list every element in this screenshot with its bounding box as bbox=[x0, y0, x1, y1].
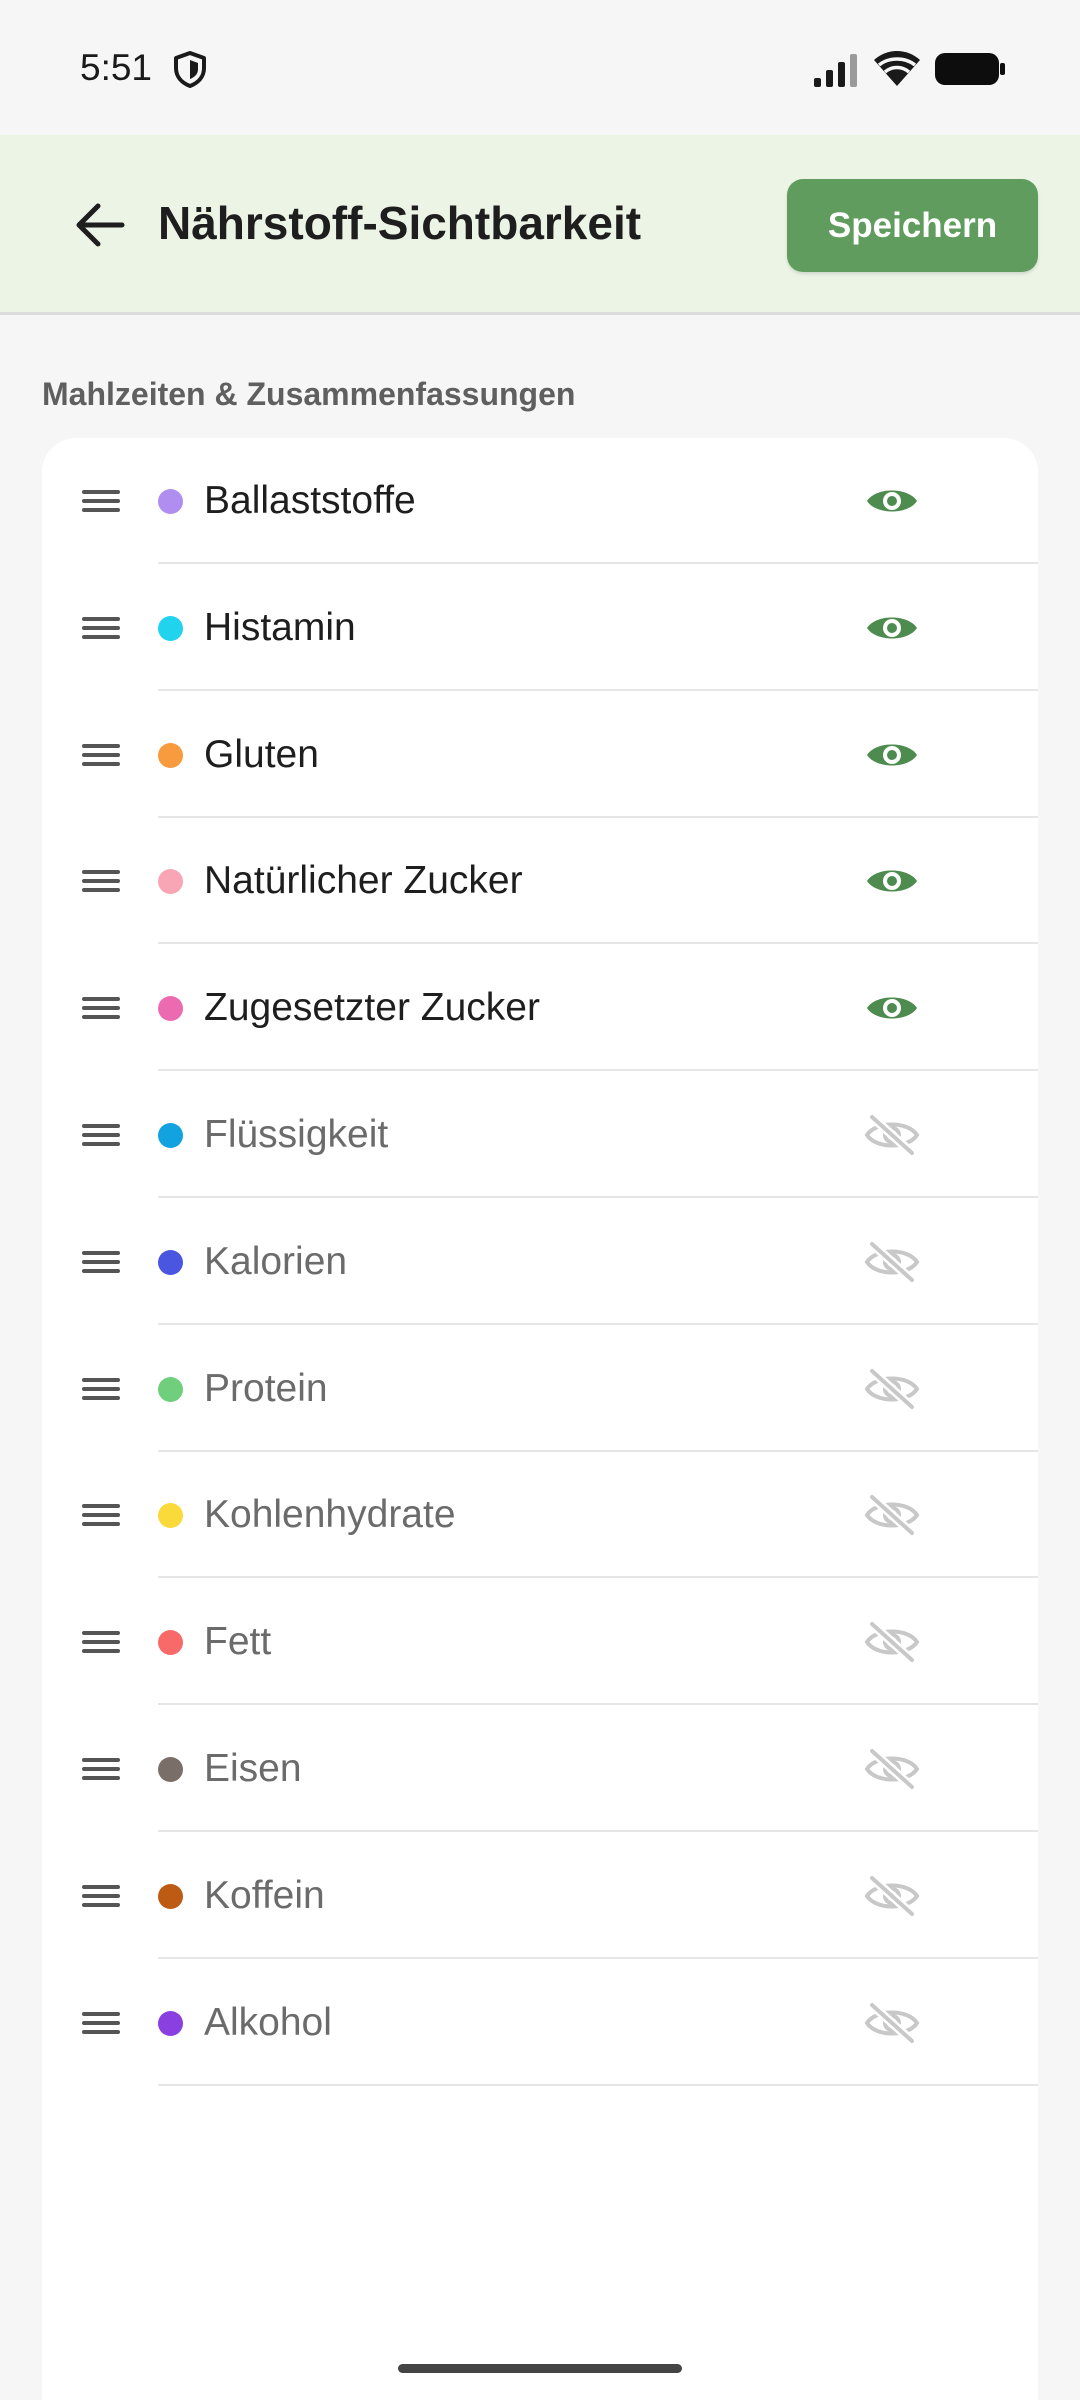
home-indicator[interactable] bbox=[398, 2364, 682, 2373]
divider bbox=[158, 688, 1038, 691]
divider bbox=[158, 1322, 1038, 1325]
nutrient-label: Ballaststoffe bbox=[204, 479, 416, 522]
arrow-left-icon bbox=[76, 203, 125, 247]
drag-handle-icon[interactable] bbox=[78, 732, 124, 778]
nutrient-label: Gluten bbox=[204, 732, 319, 776]
list-item[interactable]: Protein bbox=[42, 1326, 1038, 1452]
color-dot bbox=[158, 1249, 183, 1275]
color-dot bbox=[158, 615, 183, 641]
eye-icon[interactable] bbox=[862, 471, 922, 531]
color-dot bbox=[158, 1757, 183, 1782]
signal-icon bbox=[814, 54, 857, 87]
save-button[interactable]: Speichern bbox=[787, 179, 1038, 272]
section-title: Mahlzeiten & Zusammenfassungen bbox=[42, 376, 576, 412]
back-button[interactable] bbox=[60, 187, 140, 263]
list-item[interactable]: Alkohol bbox=[42, 1960, 1038, 2086]
eye-off-icon[interactable] bbox=[862, 1232, 922, 1292]
divider bbox=[158, 1196, 1038, 1198]
drag-handle-icon[interactable] bbox=[78, 605, 124, 651]
list-item[interactable]: Kalorien bbox=[42, 1199, 1038, 1325]
color-dot bbox=[158, 996, 183, 1022]
list-item[interactable]: Eisen bbox=[42, 1706, 1038, 1832]
list-item[interactable]: Natürlicher Zucker bbox=[42, 818, 1038, 945]
divider bbox=[158, 2083, 1038, 2086]
eye-off-icon[interactable] bbox=[862, 1485, 922, 1545]
divider bbox=[158, 1830, 1038, 1832]
eye-off-icon[interactable] bbox=[862, 1359, 922, 1419]
eye-off-icon[interactable] bbox=[862, 1866, 922, 1926]
nutrient-label: Fett bbox=[204, 1620, 272, 1664]
drag-handle-icon[interactable] bbox=[78, 1873, 124, 1919]
color-dot bbox=[158, 1883, 183, 1909]
drag-handle-icon[interactable] bbox=[78, 2000, 124, 2046]
battery-icon bbox=[935, 53, 1005, 85]
drag-handle-icon[interactable] bbox=[78, 1492, 124, 1538]
page-title: Nährstoff-Sichtbarkeit bbox=[158, 197, 642, 249]
drag-handle-icon[interactable] bbox=[78, 1619, 124, 1665]
list-item[interactable]: Histamin bbox=[42, 565, 1038, 691]
drag-handle-icon[interactable] bbox=[78, 1366, 124, 1412]
eye-off-icon[interactable] bbox=[862, 1105, 922, 1165]
divider bbox=[158, 1576, 1038, 1579]
nutrient-list-card: Ballaststoffe Histamin Gluten Natürlicher Z… bbox=[42, 438, 1038, 2400]
color-dot bbox=[158, 742, 183, 768]
list-item[interactable]: Gluten bbox=[42, 692, 1038, 818]
nutrient-label: Histamin bbox=[204, 605, 356, 649]
color-dot bbox=[158, 2010, 183, 2036]
divider bbox=[158, 942, 1038, 945]
status-time: 5:51 bbox=[80, 47, 153, 88]
list-item[interactable]: Kohlenhydrate bbox=[42, 1452, 1038, 1579]
list-item[interactable]: Koffein bbox=[42, 1833, 1038, 1959]
divider bbox=[158, 815, 1038, 818]
nutrient-label: Natürlicher Zucker bbox=[204, 859, 523, 903]
nutrient-label: Flüssigkeit bbox=[204, 1113, 389, 1156]
status-bar: 5:51 bbox=[0, 0, 1080, 135]
drag-handle-icon[interactable] bbox=[78, 985, 124, 1031]
eye-icon[interactable] bbox=[862, 725, 922, 785]
drag-handle-icon[interactable] bbox=[78, 478, 124, 524]
drag-handle-icon[interactable] bbox=[78, 1112, 124, 1158]
nutrient-label: Koffein bbox=[204, 1873, 325, 1917]
color-dot bbox=[158, 489, 183, 514]
list-item[interactable]: Fett bbox=[42, 1579, 1038, 1706]
color-dot bbox=[158, 1123, 183, 1148]
eye-icon[interactable] bbox=[862, 978, 922, 1038]
drag-handle-icon[interactable] bbox=[78, 858, 124, 904]
list-item[interactable]: Flüssigkeit bbox=[42, 1072, 1038, 1198]
eye-icon[interactable] bbox=[862, 598, 922, 658]
wifi-icon bbox=[874, 51, 920, 86]
eye-off-icon[interactable] bbox=[862, 1612, 922, 1672]
list-item[interactable]: Ballaststoffe bbox=[42, 438, 1038, 564]
divider bbox=[158, 1703, 1038, 1706]
nutrient-label: Alkohol bbox=[204, 2000, 332, 2044]
color-dot bbox=[158, 869, 183, 895]
drag-handle-icon[interactable] bbox=[78, 1746, 124, 1792]
list-item[interactable]: Zugesetzter Zucker bbox=[42, 945, 1038, 1072]
color-dot bbox=[158, 1376, 183, 1402]
nutrient-label: Eisen bbox=[204, 1747, 302, 1790]
divider bbox=[158, 1956, 1038, 1959]
app-header: Nährstoff-Sichtbarkeit Speichern bbox=[0, 135, 1080, 315]
eye-off-icon[interactable] bbox=[862, 1739, 922, 1799]
color-dot bbox=[158, 1503, 183, 1529]
divider bbox=[158, 1449, 1038, 1452]
nutrient-label: Protein bbox=[204, 1366, 328, 1410]
divider bbox=[158, 562, 1038, 564]
nutrient-label: Kohlenhydrate bbox=[204, 1493, 456, 1537]
shield-icon bbox=[174, 51, 206, 88]
eye-off-icon[interactable] bbox=[862, 1993, 922, 2053]
eye-icon[interactable] bbox=[862, 851, 922, 911]
divider bbox=[158, 1069, 1038, 1072]
color-dot bbox=[158, 1630, 183, 1656]
nutrient-label: Zugesetzter Zucker bbox=[204, 986, 540, 1030]
nutrient-label: Kalorien bbox=[204, 1239, 348, 1283]
drag-handle-icon[interactable] bbox=[78, 1239, 124, 1285]
